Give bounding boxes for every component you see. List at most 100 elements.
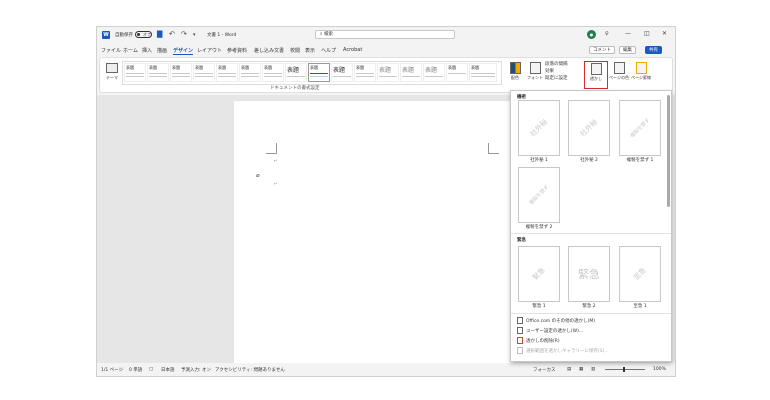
custom-watermark-menu-item[interactable]: ユーザー設定の透かし(W)... bbox=[517, 327, 583, 334]
style-thumb[interactable]: 表題 bbox=[446, 63, 468, 82]
style-thumb-title: 表題 bbox=[149, 65, 157, 70]
style-thumb[interactable]: 表題 bbox=[377, 63, 399, 82]
style-thumb-title: 表題 bbox=[126, 65, 134, 70]
fonts-label: フォント bbox=[527, 75, 543, 80]
save-icon[interactable]: ▇ bbox=[157, 30, 162, 38]
watermark-option[interactable]: 至急 bbox=[619, 246, 661, 302]
tab-home[interactable]: ホーム bbox=[123, 47, 138, 54]
watermark-preview-text: 社外秘 bbox=[528, 117, 550, 139]
style-thumb-title: 表題 bbox=[402, 67, 415, 74]
style-thumb[interactable]: 表題 bbox=[308, 63, 330, 82]
effects-button[interactable]: 効果 bbox=[545, 68, 568, 75]
tab-mailings[interactable]: 差し込み文書 bbox=[254, 47, 284, 54]
watermark-option[interactable]: 複製を禁ず bbox=[518, 167, 560, 223]
style-set-gallery[interactable]: 表題 表題 表題 表題 表題 表題 表題 表題 表題 表題 表題 表題 表題 表… bbox=[122, 61, 502, 85]
redo-icon[interactable]: ↷ bbox=[181, 30, 187, 38]
crop-mark bbox=[488, 143, 499, 154]
proofing-icon[interactable]: ▢ bbox=[149, 367, 153, 372]
accessibility-status[interactable]: アクセシビリティ: 問題ありません bbox=[215, 367, 285, 373]
style-thumb[interactable]: 表題 bbox=[193, 63, 215, 82]
style-thumb[interactable]: 表題 bbox=[216, 63, 238, 82]
watermark-option[interactable]: 緊急 bbox=[518, 246, 560, 302]
zoom-slider-handle[interactable] bbox=[623, 367, 625, 372]
style-thumb[interactable]: 表題 bbox=[423, 63, 445, 82]
predictive-input-status[interactable]: 予測入力: オン bbox=[181, 367, 211, 373]
web-layout-icon[interactable]: ▥ bbox=[591, 367, 595, 372]
lightbulb-icon[interactable]: ♀ bbox=[605, 31, 609, 37]
style-thumb[interactable]: 表題 bbox=[147, 63, 169, 82]
avatar[interactable]: ● bbox=[587, 30, 596, 39]
style-thumb[interactable]: 表題 bbox=[469, 63, 497, 82]
custom-watermark-icon bbox=[517, 327, 523, 334]
share-button[interactable]: 共有 bbox=[645, 46, 662, 54]
tab-draw[interactable]: 描画 bbox=[157, 47, 167, 54]
style-thumb-title: 表題 bbox=[218, 65, 226, 70]
word-count[interactable]: 0 単語 bbox=[129, 367, 142, 373]
style-thumb[interactable]: 表題 bbox=[239, 63, 261, 82]
watermark-icon bbox=[590, 63, 602, 75]
chevron-down-icon[interactable]: ▾ bbox=[193, 32, 196, 38]
more-watermarks-menu-item[interactable]: Office.com のその他の透かし(M) bbox=[517, 317, 595, 324]
style-thumb[interactable]: 表題 bbox=[170, 63, 192, 82]
tab-references[interactable]: 参考資料 bbox=[227, 47, 247, 54]
document-page[interactable]: ↵ ⌀ ↵ bbox=[234, 101, 514, 363]
zoom-level[interactable]: 100% bbox=[653, 367, 666, 372]
close-button[interactable]: ✕ bbox=[662, 30, 667, 37]
style-thumb[interactable]: 表題 bbox=[331, 63, 353, 82]
style-thumb-title: 表題 bbox=[287, 67, 300, 74]
print-layout-icon[interactable]: ▦ bbox=[579, 367, 583, 372]
language-status[interactable]: 日本語 bbox=[161, 367, 175, 373]
tab-insert[interactable]: 挿入 bbox=[142, 47, 152, 54]
watermark-option-label: 緊急 1 bbox=[532, 304, 546, 309]
autosave-toggle[interactable]: オフ bbox=[135, 31, 152, 38]
style-thumb[interactable]: 表題 bbox=[285, 63, 307, 82]
watermark-option[interactable]: 社外秘 bbox=[518, 100, 560, 156]
watermark-option-label: 緊急 2 bbox=[582, 304, 596, 309]
document-formatting-label: ドキュメントの書式設定 bbox=[270, 86, 320, 91]
style-thumb[interactable]: 表題 bbox=[124, 63, 146, 82]
title-bar: W 自動保存 オフ ▇ ↶ ↷ ▾ 文書 1 - Word ⌕ 検索 ● ♀ —… bbox=[97, 27, 675, 43]
page-count[interactable]: 1/1 ページ bbox=[101, 367, 123, 373]
status-bar: 1/1 ページ 0 単語 ▢ 日本語 予測入力: オン アクセシビリティ: 問題… bbox=[97, 363, 675, 376]
set-default-button[interactable]: 既定に設定 bbox=[545, 75, 568, 82]
paragraph-spacing-button[interactable]: 段落の間隔 bbox=[545, 61, 568, 68]
page-color-button[interactable]: ページの色 bbox=[608, 61, 630, 87]
style-thumb-title: 表題 bbox=[310, 65, 318, 70]
style-thumb-title: 表題 bbox=[241, 65, 249, 70]
search-placeholder: 検索 bbox=[323, 32, 333, 37]
panel-scrollbar[interactable] bbox=[667, 95, 670, 207]
style-thumb-title: 表題 bbox=[471, 65, 479, 70]
read-mode-icon[interactable]: ▤ bbox=[567, 367, 571, 372]
divider bbox=[511, 313, 671, 314]
minimize-button[interactable]: — bbox=[625, 30, 631, 37]
comments-button[interactable]: コメント bbox=[589, 46, 615, 54]
tab-layout[interactable]: レイアウト bbox=[197, 47, 222, 54]
restore-button[interactable]: ◫ bbox=[644, 30, 650, 37]
style-thumb-title: 表題 bbox=[195, 65, 203, 70]
focus-button[interactable]: フォーカス bbox=[533, 367, 556, 373]
page-borders-button[interactable]: ページ罫線 bbox=[630, 61, 652, 87]
search-input[interactable]: ⌕ 検索 bbox=[315, 30, 455, 39]
style-thumb[interactable]: 表題 bbox=[400, 63, 422, 82]
tab-review[interactable]: 校閲 bbox=[290, 47, 300, 54]
colors-icon bbox=[509, 62, 521, 74]
style-thumb[interactable]: 表題 bbox=[262, 63, 284, 82]
zoom-slider[interactable] bbox=[605, 369, 645, 370]
tab-design[interactable]: デザイン bbox=[173, 47, 194, 55]
remove-watermark-menu-item[interactable]: 透かしの削除(R) bbox=[517, 337, 560, 344]
tab-view[interactable]: 表示 bbox=[305, 47, 315, 54]
edit-mode-button[interactable]: 編集 bbox=[619, 46, 636, 54]
watermark-option[interactable]: 複製を禁ず bbox=[619, 100, 661, 156]
tab-file[interactable]: ファイル bbox=[101, 47, 121, 54]
undo-icon[interactable]: ↶ bbox=[169, 30, 175, 38]
colors-button[interactable]: 配色 bbox=[504, 61, 526, 87]
themes-button[interactable]: テーマ bbox=[104, 61, 120, 85]
fonts-button[interactable]: フォント bbox=[524, 61, 546, 87]
style-thumb-title: 表題 bbox=[356, 65, 364, 70]
tab-acrobat[interactable]: Acrobat bbox=[343, 47, 362, 53]
watermark-button[interactable]: 透かし bbox=[584, 61, 608, 89]
watermark-option[interactable]: 緊急 bbox=[568, 246, 610, 302]
style-thumb[interactable]: 表題 bbox=[354, 63, 376, 82]
tab-help[interactable]: ヘルプ bbox=[321, 47, 336, 54]
watermark-option[interactable]: 社外秘 bbox=[568, 100, 610, 156]
